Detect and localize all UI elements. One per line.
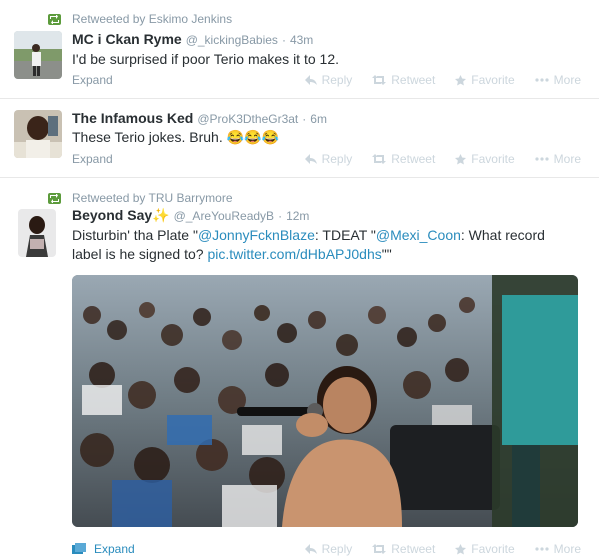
favorite-button[interactable]: Favorite: [455, 73, 515, 87]
more-button[interactable]: More: [535, 73, 581, 87]
retweet-label: Retweet: [391, 73, 436, 87]
star-icon: [455, 543, 467, 554]
tweet-text: These Terio jokes. Bruh. 😂😂😂: [72, 129, 279, 145]
tweet-item[interactable]: Retweeted by Eskimo Jenkins MC i Ckan Ry…: [0, 0, 599, 99]
user-handle[interactable]: @ProK3DtheGr3at: [197, 112, 298, 126]
retweeted-by-text: Retweeted by TRU Barrymore: [72, 191, 233, 205]
tweet-actions: Reply Retweet Favorite More: [285, 152, 581, 166]
retweet-context: Retweeted by Eskimo Jenkins: [48, 12, 232, 26]
user-fullname[interactable]: Beyond Say✨: [72, 207, 170, 224]
star-icon: [455, 153, 467, 164]
favorite-label: Favorite: [471, 152, 515, 166]
retweet-button[interactable]: Retweet: [372, 542, 435, 556]
text-segment: : TDEAT ": [314, 227, 376, 243]
reply-label: Reply: [321, 73, 353, 87]
user-fullname[interactable]: The Infamous Ked: [72, 110, 193, 126]
user-handle[interactable]: @_AreYouReadyB: [174, 209, 274, 223]
tweet-item[interactable]: The Infamous Ked @ProK3DtheGr3at · 6m Th…: [0, 99, 599, 178]
retweet-action-icon: [372, 154, 387, 164]
text-segment: Disturbin' tha Plate ": [72, 227, 198, 243]
more-dots-icon: [535, 157, 549, 161]
tweet-header: MC i Ckan Ryme @_kickingBabies · 43m: [72, 31, 313, 47]
favorite-label: Favorite: [471, 73, 515, 87]
text-segment: "": [381, 246, 392, 262]
retweet-label: Retweet: [391, 542, 436, 556]
avatar[interactable]: [14, 31, 62, 79]
star-icon: [455, 74, 467, 85]
reply-label: Reply: [321, 152, 353, 166]
user-fullname[interactable]: MC i Ckan Ryme: [72, 31, 182, 47]
reply-icon: [304, 75, 317, 85]
tweet-text: Disturbin' tha Plate "@JonnyFcknBlaze: T…: [72, 226, 562, 264]
retweeted-by-text: Retweeted by Eskimo Jenkins: [72, 12, 233, 26]
user-handle[interactable]: @_kickingBabies: [186, 33, 278, 47]
favorite-label: Favorite: [471, 542, 515, 556]
reply-button[interactable]: Reply: [304, 73, 353, 87]
tweet-text: I'd be surprised if poor Terio makes it …: [72, 51, 339, 67]
more-dots-icon: [535, 78, 549, 82]
photo-icon: [72, 543, 86, 554]
retweet-icon: [48, 192, 61, 204]
tweet-header: Beyond Say✨ @_AreYouReadyB · 12m: [72, 207, 309, 224]
more-label: More: [553, 152, 581, 166]
more-label: More: [553, 542, 581, 556]
tweet-actions: Reply Retweet Favorite More: [285, 73, 581, 87]
pic-link[interactable]: pic.twitter.com/dHbAPJ0dhs: [207, 246, 381, 262]
tweet-timestamp[interactable]: 6m: [310, 112, 327, 126]
reply-label: Reply: [321, 542, 353, 556]
tweet-item[interactable]: Retweeted by TRU Barrymore Beyond Say✨ @…: [0, 178, 599, 556]
retweet-action-icon: [372, 544, 387, 554]
separator-dot: ·: [278, 209, 283, 223]
favorite-button[interactable]: Favorite: [455, 542, 515, 556]
reply-icon: [304, 154, 317, 164]
mention-link[interactable]: @Mexi_Coon: [376, 227, 461, 243]
avatar[interactable]: [18, 209, 56, 257]
retweet-context: Retweeted by TRU Barrymore: [48, 191, 233, 205]
expand-link[interactable]: Expand: [72, 542, 135, 556]
retweet-action-icon: [372, 75, 387, 85]
expand-link[interactable]: Expand: [72, 152, 113, 166]
tweet-timestamp[interactable]: 12m: [286, 209, 309, 223]
more-label: More: [553, 73, 581, 87]
favorite-button[interactable]: Favorite: [455, 152, 515, 166]
more-dots-icon: [535, 547, 549, 551]
retweet-icon: [48, 13, 61, 25]
expand-label: Expand: [94, 542, 135, 556]
tweet-photo[interactable]: [72, 275, 578, 527]
reply-button[interactable]: Reply: [304, 542, 353, 556]
avatar[interactable]: [14, 110, 62, 158]
more-button[interactable]: More: [535, 542, 581, 556]
expand-link[interactable]: Expand: [72, 73, 113, 87]
retweet-button[interactable]: Retweet: [372, 73, 435, 87]
more-button[interactable]: More: [535, 152, 581, 166]
retweet-button[interactable]: Retweet: [372, 152, 435, 166]
mention-link[interactable]: @JonnyFcknBlaze: [198, 227, 315, 243]
tweet-header: The Infamous Ked @ProK3DtheGr3at · 6m: [72, 110, 327, 126]
tweet-timestamp[interactable]: 43m: [290, 33, 313, 47]
separator-dot: ·: [281, 33, 286, 47]
reply-button[interactable]: Reply: [304, 152, 353, 166]
retweet-label: Retweet: [391, 152, 436, 166]
reply-icon: [304, 544, 317, 554]
separator-dot: ·: [302, 112, 307, 126]
tweet-actions: Reply Retweet Favorite More: [285, 542, 581, 556]
